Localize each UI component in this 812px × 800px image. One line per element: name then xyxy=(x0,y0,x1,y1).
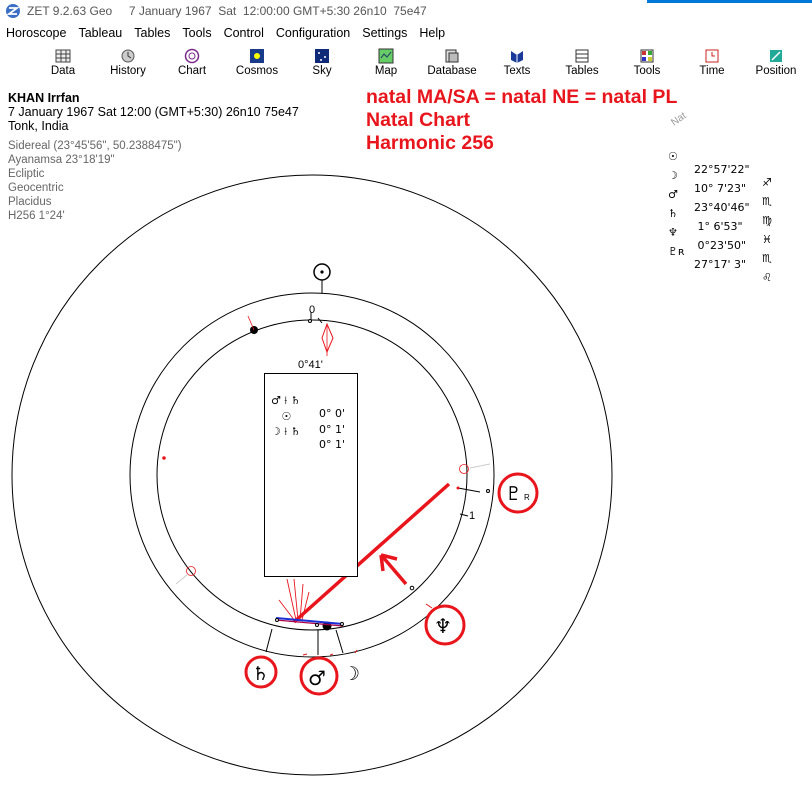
pluto-icon[interactable]: ♇ xyxy=(505,483,522,505)
aspect-box: ♂ ⟊ ♄ 0° 0' ☉ 0° 1' ☽ ⟊ ♄ 0° 1' xyxy=(264,373,358,577)
pluto-line xyxy=(457,487,481,493)
pluto-marker xyxy=(486,489,490,493)
aspect-pair: ☽ ⟊ ♄ xyxy=(271,425,301,438)
neptune-point xyxy=(409,585,415,591)
ring-tick-left xyxy=(175,573,189,585)
bottom-red-ticks xyxy=(302,649,358,656)
arrow-shaft xyxy=(380,554,408,586)
orb-header: 0°41' xyxy=(298,359,323,371)
cluster-point-3 xyxy=(340,622,344,626)
cluster-point-1 xyxy=(275,618,279,622)
saturn-icon[interactable]: ♄ xyxy=(252,663,269,685)
sun-glyph-dot xyxy=(320,270,324,274)
moon-icon[interactable]: ☽ xyxy=(343,663,360,685)
zero-label: 0 xyxy=(309,304,315,316)
chart-wheel[interactable]: 0 ♇ R 1 ♆ ♄ ♂ ☽ xyxy=(0,0,812,800)
aspect-row-mars-saturn[interactable]: ♂ ⟊ ♄ 0° 0' xyxy=(265,381,357,420)
aspect-row-sun[interactable]: ☉ 0° 1' xyxy=(265,397,357,436)
mars-icon[interactable]: ♂ xyxy=(308,666,326,690)
ring-tick xyxy=(469,463,491,469)
retrograde-label: R xyxy=(524,493,530,502)
bottom-planet-lines xyxy=(265,628,344,655)
cluster-point-2 xyxy=(315,623,319,627)
aspect-kite-top xyxy=(321,322,334,354)
neptune-tick xyxy=(425,603,433,609)
neptune-icon[interactable]: ♆ xyxy=(434,614,452,638)
red-marker-left xyxy=(162,456,166,460)
aspect-row-moon-saturn[interactable]: ☽ ⟊ ♄ 0° 1' xyxy=(265,412,357,451)
aspect-orb: 0° 1' xyxy=(319,438,346,451)
zero-point xyxy=(308,319,312,323)
one-label: 1 xyxy=(469,510,475,522)
pluto-point xyxy=(456,486,460,490)
